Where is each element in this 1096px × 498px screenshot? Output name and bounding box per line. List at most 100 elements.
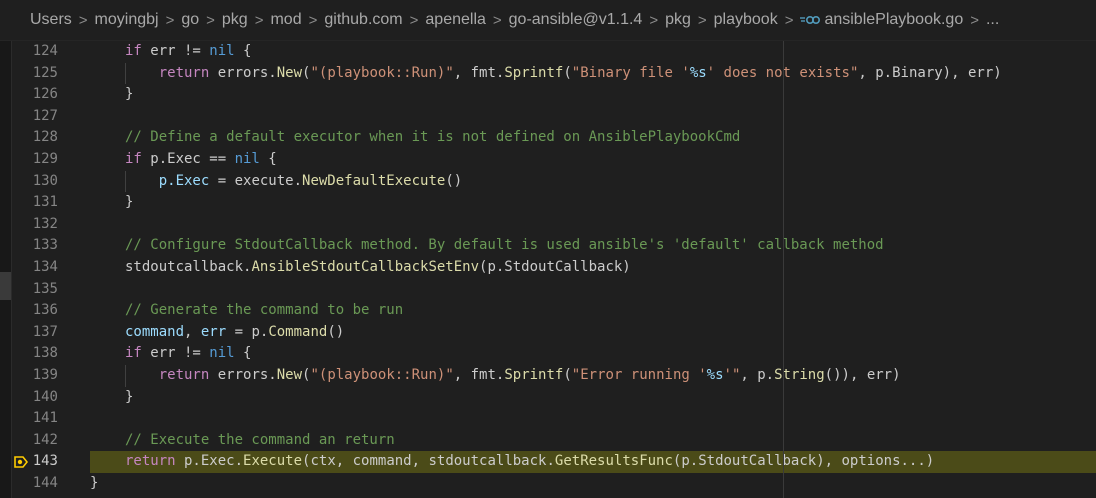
code-token: Execute: [243, 453, 303, 470]
indent-guide: [125, 365, 126, 387]
code-line[interactable]: if p.Exec == nil {: [90, 149, 1096, 171]
breadcrumb-item[interactable]: go: [181, 11, 199, 29]
breadcrumb-item[interactable]: playbook: [714, 11, 778, 29]
code-line[interactable]: [90, 214, 1096, 236]
line-number: 128: [32, 129, 58, 146]
breadcrumb-item[interactable]: mod: [270, 11, 301, 29]
breadcrumb-item[interactable]: pkg: [665, 11, 691, 29]
code-token: (p.StdoutCallback), options...): [672, 453, 935, 470]
code-line[interactable]: }: [90, 192, 1096, 214]
indent-guide: [125, 170, 126, 193]
breadcrumb-item[interactable]: apenella: [425, 11, 486, 29]
breadcrumb-separator: >: [409, 11, 419, 29]
line-number: 138: [32, 345, 58, 362]
breadcrumb-item[interactable]: pkg: [222, 11, 248, 29]
breadcrumb-item[interactable]: moyingbj: [95, 11, 159, 29]
code-line[interactable]: // Configure StdoutCallback method. By d…: [90, 235, 1096, 257]
code-token: nil: [209, 345, 235, 362]
go-file-icon: [800, 15, 821, 25]
code-token: err !=: [141, 43, 210, 59]
code-token: Sprintf: [504, 367, 564, 383]
code-token: }: [125, 86, 134, 103]
line-number: 140: [32, 388, 58, 405]
code-token: (: [563, 367, 572, 383]
line-number: 132: [32, 215, 58, 232]
current-execution-line[interactable]: return p.Exec.Execute(ctx, command, stdo…: [90, 451, 1096, 473]
line-number: 124: [32, 43, 58, 59]
breadcrumb-item[interactable]: Users: [30, 11, 72, 29]
code-line[interactable]: if err != nil {: [90, 41, 1096, 63]
code-token: (): [327, 323, 345, 340]
code-token: if: [125, 151, 142, 167]
code-line[interactable]: }: [90, 387, 1096, 409]
code-token: ,: [184, 323, 201, 340]
code-token: return: [125, 453, 176, 470]
breadcrumb-item[interactable]: ansiblePlaybook.go: [824, 11, 963, 29]
breadcrumb-item[interactable]: github.com: [324, 11, 402, 29]
code-token: ()), err): [824, 367, 901, 383]
code-line[interactable]: return errors.New ("(playbook::Run)", fmt…: [90, 365, 1096, 387]
code-token: nil: [209, 43, 235, 59]
code-editor[interactable]: if err != nil { return errors.New ( "(playb…: [90, 41, 1096, 498]
breadcrumb-separator: >: [78, 11, 88, 29]
code-token: Command: [268, 323, 328, 340]
line-number: 129: [32, 151, 58, 167]
line-number: 131: [32, 194, 58, 211]
code-token: (: [563, 64, 572, 81]
code-line[interactable]: // Define a default executor when it is …: [90, 127, 1096, 149]
code-line[interactable]: // Execute the command an return: [90, 430, 1096, 452]
line-number: 130: [32, 172, 58, 189]
breadcrumb: Users > moyingbj > go > pkg > mod > github.com > ape…: [0, 0, 1096, 41]
code-line[interactable]: if err != nil {: [90, 343, 1096, 365]
code-token: "Error running ': [571, 367, 707, 383]
line-number: 125: [32, 64, 58, 81]
line-number: 133: [32, 237, 58, 254]
code-token: errors.: [209, 367, 277, 383]
breadcrumb-item[interactable]: go-ansible@v1.1.4: [509, 11, 643, 29]
code-token: , fmt.: [453, 64, 505, 81]
code-token: if: [125, 43, 142, 59]
code-line[interactable]: [90, 279, 1096, 301]
code-token: = p.: [226, 323, 269, 340]
breadcrumb-item[interactable]: ...: [986, 11, 999, 29]
code-token: , fmt.: [453, 367, 505, 383]
code-line[interactable]: p.Exec = execute.NewDefaultExecute(): [90, 171, 1096, 193]
code-token: (ctx, command, stdoutcallback.: [302, 453, 555, 470]
code-token: (): [445, 172, 463, 189]
line-number: 127: [32, 107, 58, 124]
breadcrumb-separator: >: [254, 11, 264, 29]
activity-edge: [0, 41, 12, 498]
code-line[interactable]: return errors.New ("(playbook::Run)", fmt…: [90, 63, 1096, 85]
breadcrumb-separator: >: [308, 11, 318, 29]
code-line[interactable]: }: [90, 473, 1096, 495]
code-token: NewDefaultExecute: [302, 172, 446, 189]
code-token: String: [774, 367, 825, 383]
code-token: %s: [706, 367, 724, 383]
code-token: // Define a default executor when it is …: [125, 129, 741, 146]
code-token: command: [125, 323, 185, 340]
line-number: 142: [32, 431, 58, 448]
breadcrumb-separator: >: [697, 11, 707, 29]
line-number-gutter[interactable]: 124 125 126 127 128 129 130 131 132 133 134 135 136 1…: [12, 41, 90, 498]
code-token: {: [234, 43, 252, 59]
code-line[interactable]: [90, 408, 1096, 430]
code-token: p.Exec: [158, 172, 210, 189]
line-number: 134: [32, 259, 58, 275]
code-line[interactable]: // Generate the command to be run: [90, 300, 1096, 322]
scroll-marker: [0, 272, 11, 300]
code-token: return: [158, 367, 210, 383]
code-token: // Execute the command an return: [125, 431, 395, 448]
code-line[interactable]: [90, 106, 1096, 128]
code-token: New: [276, 367, 303, 383]
code-token: p.Exec ==: [141, 151, 235, 167]
code-line[interactable]: }: [90, 84, 1096, 106]
code-line[interactable]: stdoutcallback.AnsibleStdoutCallbackSetE…: [90, 257, 1096, 279]
code-token: "(playbook::Run)": [310, 64, 454, 81]
code-token: }: [125, 388, 134, 405]
code-token: }: [125, 194, 134, 211]
code-line[interactable]: command, err = p.Command(): [90, 322, 1096, 344]
code-token: %s: [689, 64, 707, 81]
code-token: // Configure StdoutCallback method. By d…: [125, 237, 884, 254]
breadcrumb-separator: >: [206, 11, 215, 29]
debug-breakpoint-current-icon[interactable]: [14, 456, 28, 468]
